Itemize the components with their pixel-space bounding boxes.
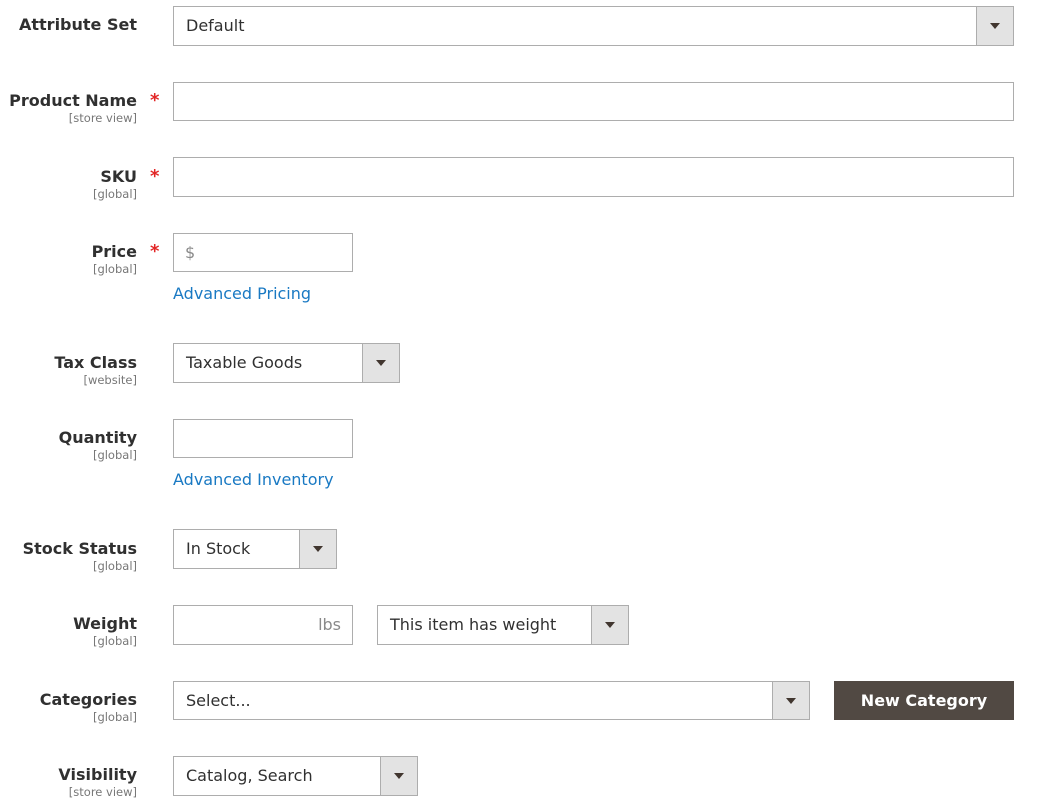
sku-label: SKU (100, 167, 137, 186)
categories-select[interactable]: Select... (173, 681, 810, 720)
price-input[interactable]: $ (173, 233, 353, 272)
advanced-pricing-link[interactable]: Advanced Pricing (173, 284, 311, 303)
attribute-set-select[interactable]: Default (173, 6, 1014, 46)
tax-class-value: Taxable Goods (186, 353, 303, 372)
stock-status-label: Stock Status (22, 539, 137, 558)
currency-symbol: $ (185, 243, 196, 262)
stock-status-value: In Stock (186, 539, 251, 558)
categories-scope: [global] (92, 710, 137, 724)
chevron-down-icon[interactable] (299, 529, 337, 569)
chevron-down-icon[interactable] (362, 343, 400, 383)
chevron-down-icon[interactable] (976, 6, 1014, 46)
weight-input[interactable]: lbs (173, 605, 353, 645)
price-label: Price (91, 242, 137, 261)
tax-class-scope: [website] (83, 373, 137, 387)
product-name-input[interactable] (173, 82, 1014, 121)
advanced-inventory-link[interactable]: Advanced Inventory (173, 470, 334, 489)
product-name-scope: [store view] (68, 111, 137, 125)
price-required-marker: * (150, 241, 160, 262)
product-name-required-marker: * (150, 90, 160, 111)
quantity-label: Quantity (58, 428, 137, 447)
quantity-input[interactable] (173, 419, 353, 458)
stock-status-scope: [global] (92, 559, 137, 573)
weight-scope: [global] (92, 634, 137, 648)
attribute-set-label: Attribute Set (19, 15, 137, 34)
weight-label: Weight (73, 614, 137, 633)
sku-required-marker: * (150, 166, 160, 187)
chevron-down-icon[interactable] (591, 605, 629, 645)
visibility-value: Catalog, Search (186, 766, 313, 785)
categories-label: Categories (39, 690, 137, 709)
visibility-scope: [store view] (68, 785, 137, 799)
tax-class-label: Tax Class (54, 353, 137, 372)
tax-class-select[interactable]: Taxable Goods (173, 343, 400, 383)
attribute-set-value: Default (186, 16, 245, 35)
stock-status-select[interactable]: In Stock (173, 529, 337, 569)
price-scope: [global] (92, 262, 137, 276)
chevron-down-icon[interactable] (380, 756, 418, 796)
categories-value: Select... (186, 691, 251, 710)
chevron-down-icon[interactable] (772, 681, 810, 720)
quantity-scope: [global] (92, 448, 137, 462)
weight-unit: lbs (318, 615, 341, 634)
sku-input[interactable] (173, 157, 1014, 197)
product-name-label: Product Name (9, 91, 137, 110)
weight-type-select[interactable]: This item has weight (377, 605, 629, 645)
new-category-button[interactable]: New Category (834, 681, 1014, 720)
visibility-select[interactable]: Catalog, Search (173, 756, 418, 796)
sku-scope: [global] (92, 187, 137, 201)
weight-type-value: This item has weight (390, 615, 557, 634)
visibility-label: Visibility (58, 765, 137, 784)
